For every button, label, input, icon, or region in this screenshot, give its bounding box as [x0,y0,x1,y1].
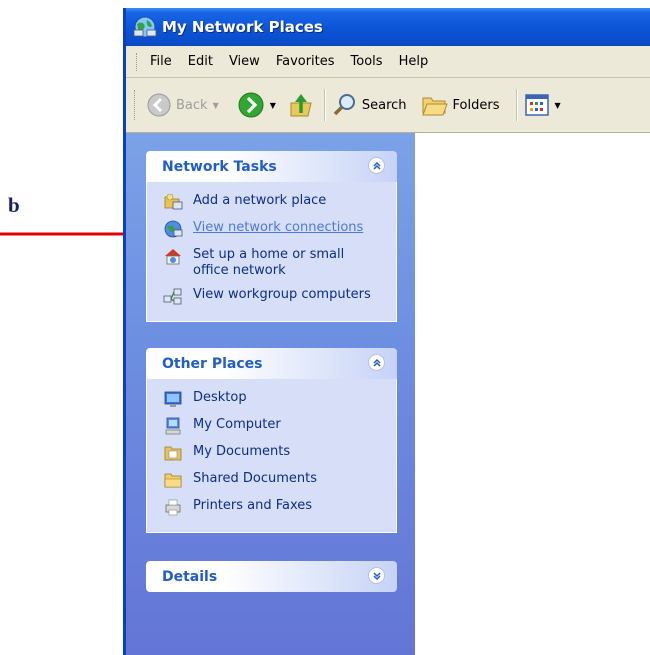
task-setup-home-network[interactable]: Set up a home or small office network [147,246,396,279]
add-network-place-icon [164,193,183,210]
forward-dropdown-icon[interactable]: ▼ [270,101,276,110]
task-label: Set up a home or small office network [193,247,345,278]
window-title: My Network Places [162,18,323,36]
place-printers-faxes[interactable]: Printers and Faxes [147,497,396,517]
task-label: Add a network place [193,193,327,208]
other-places-body: Desktop My Computer My Documents Shared … [146,379,397,533]
task-view-workgroup-computers[interactable]: View workgroup computers [147,286,396,306]
task-view-network-connections[interactable]: View network connections [147,219,396,239]
toolbar: Back ▼ ▼ Search Folders ▼ [126,78,650,133]
views-icon [524,94,549,116]
menu-help[interactable]: Help [399,54,429,69]
back-button[interactable]: Back ▼ [146,92,219,118]
shared-documents-icon [164,473,182,488]
back-arrow-icon [147,93,171,117]
folders-button[interactable]: Folders [421,93,500,117]
menu-edit[interactable]: Edit [188,54,213,69]
views-dropdown-icon[interactable]: ▼ [555,101,561,110]
network-tasks-title: Network Tasks [162,159,277,175]
back-label: Back [176,97,208,113]
place-label: Shared Documents [193,471,318,486]
menu-grip[interactable] [136,52,140,71]
place-shared-documents[interactable]: Shared Documents [147,470,396,490]
up-folder-icon [290,94,312,117]
other-places-panel: Other Places Desktop My Computer My Docu… [146,348,397,533]
menu-file[interactable]: File [150,54,172,69]
task-label: View network connections [193,220,364,235]
annotation-letter: b [8,193,20,217]
details-title: Details [162,569,218,585]
other-places-header[interactable]: Other Places [146,348,397,379]
title-bar[interactable]: My Network Places [126,8,650,46]
folders-icon [421,97,448,116]
network-tasks-header[interactable]: Network Tasks [146,151,397,182]
network-tasks-body: Add a network place View network connect… [146,182,397,322]
details-panel: Details [146,561,397,592]
folders-label: Folders [452,97,500,113]
desktop-icon [164,391,182,407]
place-label: My Computer [193,417,281,432]
menu-bar: File Edit View Favorites Tools Help [126,46,650,78]
place-my-documents[interactable]: My Documents [147,443,396,463]
explorer-window: My Network Places File Edit View Favorit… [123,8,650,655]
home-network-icon [165,249,181,265]
menu-view[interactable]: View [229,54,260,69]
back-dropdown-icon[interactable]: ▼ [213,101,219,110]
task-pane: Network Tasks Add a network place View n… [126,133,415,655]
collapse-icon[interactable] [368,354,385,371]
task-add-network-place[interactable]: Add a network place [147,192,396,212]
workgroup-computers-icon [163,288,182,305]
forward-arrow-icon [238,92,264,118]
search-icon [333,94,355,116]
toolbar-separator [323,89,326,121]
forward-button[interactable]: ▼ [237,91,276,119]
menu-favorites[interactable]: Favorites [276,54,335,69]
place-desktop[interactable]: Desktop [147,389,396,409]
expand-icon[interactable] [368,567,385,584]
menu-tools[interactable]: Tools [351,54,383,69]
my-documents-icon [164,446,182,461]
place-label: Desktop [193,390,247,405]
task-label: View workgroup computers [193,287,371,302]
network-connections-icon [164,220,183,238]
place-label: My Documents [193,444,291,459]
collapse-icon[interactable] [368,157,385,174]
details-header[interactable]: Details [146,561,397,592]
place-my-computer[interactable]: My Computer [147,416,396,436]
network-tasks-panel: Network Tasks Add a network place View n… [146,151,397,322]
toolbar-grip[interactable] [134,90,138,120]
place-label: Printers and Faxes [193,498,313,513]
views-button[interactable]: ▼ [524,93,561,117]
up-button[interactable] [288,91,314,119]
other-places-title: Other Places [162,356,263,372]
search-label: Search [361,97,407,113]
toolbar-separator-2 [515,89,518,121]
my-computer-icon [165,417,181,435]
printers-faxes-icon [165,499,181,516]
network-places-icon [133,16,157,38]
search-button[interactable]: Search [332,92,407,118]
